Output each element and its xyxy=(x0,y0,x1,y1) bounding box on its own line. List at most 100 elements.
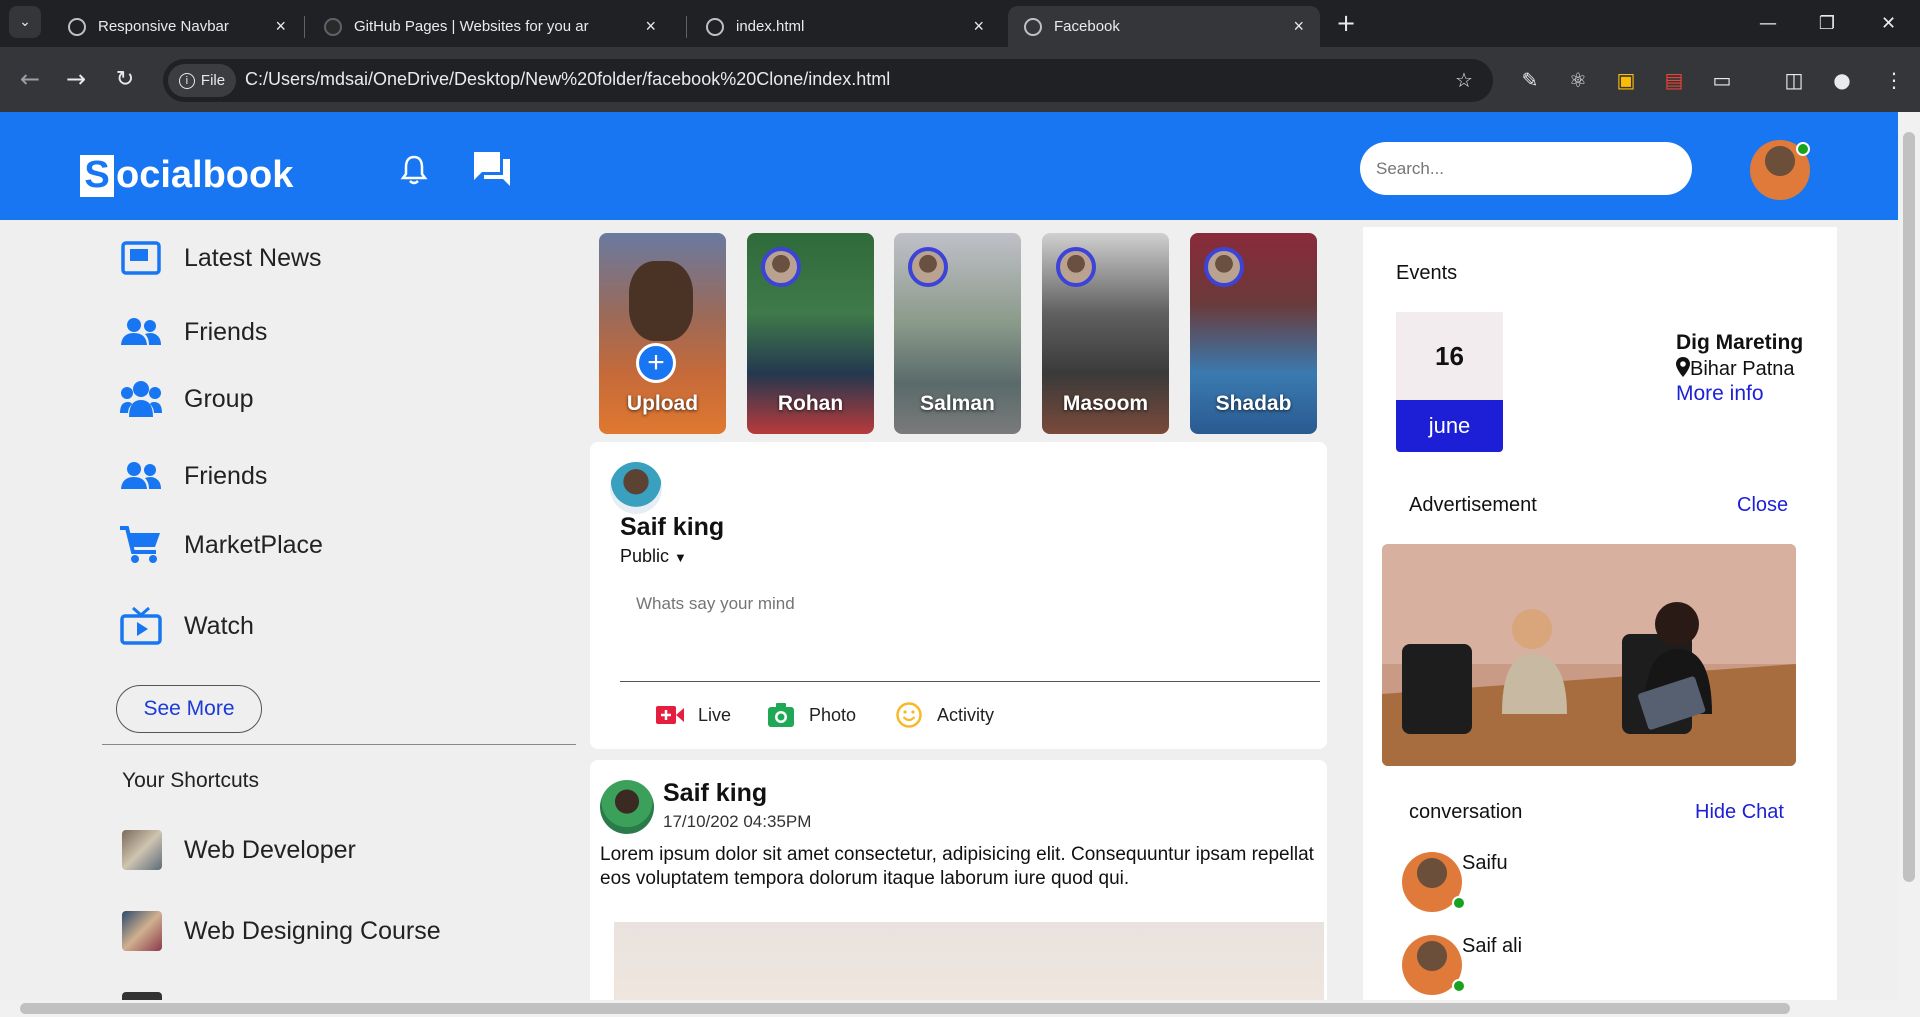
close-icon[interactable]: × xyxy=(275,16,286,37)
sidebar-item-label: Friends xyxy=(184,461,268,490)
back-button[interactable]: ← xyxy=(10,59,50,99)
shortcut-web-designing-course[interactable]: Web Designing Course xyxy=(122,911,441,951)
page-viewport: S ocialbook Latest News Friends Group Fr… xyxy=(0,112,1898,1000)
hide-chat-link[interactable]: Hide Chat xyxy=(1695,801,1784,824)
events-title: Events xyxy=(1396,262,1458,284)
post-image xyxy=(614,922,1324,1000)
story-name: Salman xyxy=(920,392,995,415)
horizontal-scrollbar[interactable] xyxy=(0,1000,1920,1017)
tab-title: GitHub Pages | Websites for you ar xyxy=(354,18,589,35)
window-close-button[interactable]: ✕ xyxy=(1857,0,1920,46)
story-avatar xyxy=(1204,247,1244,287)
close-icon[interactable]: × xyxy=(645,16,656,37)
visibility-dropdown[interactable]: Public ▼ xyxy=(620,546,687,567)
site-info-chip[interactable]: i File xyxy=(168,64,236,97)
story-name: Upload xyxy=(626,392,699,415)
globe-icon xyxy=(1024,17,1042,36)
friends-icon xyxy=(120,312,162,352)
react-extension-icon[interactable]: ⚛ xyxy=(1564,66,1592,94)
sidebar-item-marketplace[interactable]: MarketPlace xyxy=(120,525,323,565)
advertisement-image[interactable] xyxy=(1382,544,1796,766)
arrow-left-icon: ← xyxy=(19,65,41,93)
sidebar-item-latest-news[interactable]: Latest News xyxy=(120,238,322,278)
create-post-avatar xyxy=(610,462,662,514)
story-salman[interactable]: Salman xyxy=(894,233,1021,434)
contact-name[interactable]: Saif ali xyxy=(1462,935,1522,958)
vertical-scrollbar[interactable] xyxy=(1898,112,1920,1000)
socialbook-logo[interactable]: S ocialbook xyxy=(80,154,293,197)
tab-search-button[interactable]: ⌄ xyxy=(9,6,41,38)
shortcuts-title: Your Shortcuts xyxy=(122,769,259,792)
post-author-avatar[interactable] xyxy=(600,780,654,834)
minimize-button[interactable]: — xyxy=(1739,0,1797,46)
puzzle-extensions-icon[interactable]: ▭ xyxy=(1708,66,1736,94)
minimize-icon: — xyxy=(1759,12,1777,34)
menu-dots-icon[interactable]: ⋮ xyxy=(1880,66,1908,94)
new-tab-button[interactable]: + xyxy=(1316,0,1376,46)
story-shadab[interactable]: Shadab xyxy=(1190,233,1317,434)
close-icon[interactable]: × xyxy=(1293,16,1304,37)
user-avatar[interactable] xyxy=(1750,140,1810,200)
scrollbar-thumb[interactable] xyxy=(20,1003,1790,1014)
caret-down-icon: ▼ xyxy=(674,550,687,565)
event-location-text: Bihar Patna xyxy=(1690,358,1795,380)
close-icon[interactable]: × xyxy=(973,16,984,37)
sidebar-item-friends[interactable]: Friends xyxy=(120,456,267,496)
side-panel-icon[interactable]: ◫ xyxy=(1780,66,1808,94)
create-post-username: Saif king xyxy=(620,513,725,541)
see-more-button[interactable]: See More xyxy=(116,685,262,733)
browser-tab[interactable]: index.html × xyxy=(690,6,1000,47)
reload-icon: ↻ xyxy=(115,66,135,92)
story-name: Masoom xyxy=(1062,392,1149,415)
photo-button[interactable]: Photo xyxy=(767,702,856,728)
sidebar-item-friends[interactable]: Friends xyxy=(120,312,267,352)
forward-button[interactable]: → xyxy=(56,59,96,99)
top-navbar: S ocialbook xyxy=(0,112,1898,220)
profile-icon[interactable]: ● xyxy=(1828,66,1856,94)
scrollbar-thumb[interactable] xyxy=(1903,132,1915,882)
event-month: june xyxy=(1396,400,1503,452)
sidebar-divider xyxy=(102,744,576,745)
sidebar-item-watch[interactable]: Watch xyxy=(120,606,254,646)
browser-tab[interactable]: GitHub Pages | Websites for you ar × xyxy=(308,6,672,47)
story-masoom[interactable]: Masoom xyxy=(1042,233,1169,434)
advertisement-title: Advertisement xyxy=(1409,494,1537,516)
arrow-right-icon: → xyxy=(65,65,87,93)
browser-tab-active[interactable]: Facebook × xyxy=(1008,6,1320,47)
story-name: Shadab xyxy=(1215,392,1292,415)
reload-button[interactable]: ↻ xyxy=(105,59,145,99)
story-name: Rohan xyxy=(777,392,844,415)
url-text[interactable]: C:/Users/mdsai/OneDrive/Desktop/New%20fo… xyxy=(245,69,890,90)
search-input[interactable] xyxy=(1360,142,1692,195)
add-story-plus-icon[interactable]: + xyxy=(636,343,676,383)
bookmark-star-icon[interactable]: ☆ xyxy=(1450,66,1478,94)
advertisement-close-link[interactable]: Close xyxy=(1737,494,1788,517)
browser-tab[interactable]: Responsive Navbar × xyxy=(52,6,302,47)
sidebar-item-label: Watch xyxy=(184,611,254,640)
group-icon xyxy=(120,379,162,419)
notification-bell-icon[interactable] xyxy=(400,154,428,186)
contact-avatar[interactable] xyxy=(1402,852,1466,914)
eyedropper-extension-icon[interactable]: ✎ xyxy=(1516,66,1544,94)
contact-avatar[interactable] xyxy=(1402,935,1466,997)
activity-button[interactable]: Activity xyxy=(895,702,994,728)
shortcut-thumbnail xyxy=(122,911,162,951)
post-author-name[interactable]: Saif king xyxy=(663,779,767,808)
sidebar-item-group[interactable]: Group xyxy=(120,379,253,419)
restore-button[interactable]: ❐ xyxy=(1798,0,1856,46)
event-more-info-link[interactable]: More info xyxy=(1676,382,1764,406)
live-video-button[interactable]: Live xyxy=(656,702,731,728)
online-status-dot xyxy=(1796,142,1810,156)
tab-title: Responsive Navbar xyxy=(98,18,229,35)
contact-name[interactable]: Saifu xyxy=(1462,852,1508,875)
calendar-extension-icon[interactable]: ▤ xyxy=(1660,66,1688,94)
messages-icon[interactable] xyxy=(472,150,512,188)
extension-icon[interactable]: ▣ xyxy=(1612,66,1640,94)
shortcut-web-developer[interactable]: Web Developer xyxy=(122,830,356,870)
globe-icon xyxy=(68,17,86,36)
story-rohan[interactable]: Rohan xyxy=(747,233,874,434)
post-text-input[interactable] xyxy=(620,582,1320,682)
conversation-title: conversation xyxy=(1409,801,1523,823)
shortcut-partial[interactable] xyxy=(122,992,184,1000)
story-upload[interactable]: + Upload xyxy=(599,233,726,434)
